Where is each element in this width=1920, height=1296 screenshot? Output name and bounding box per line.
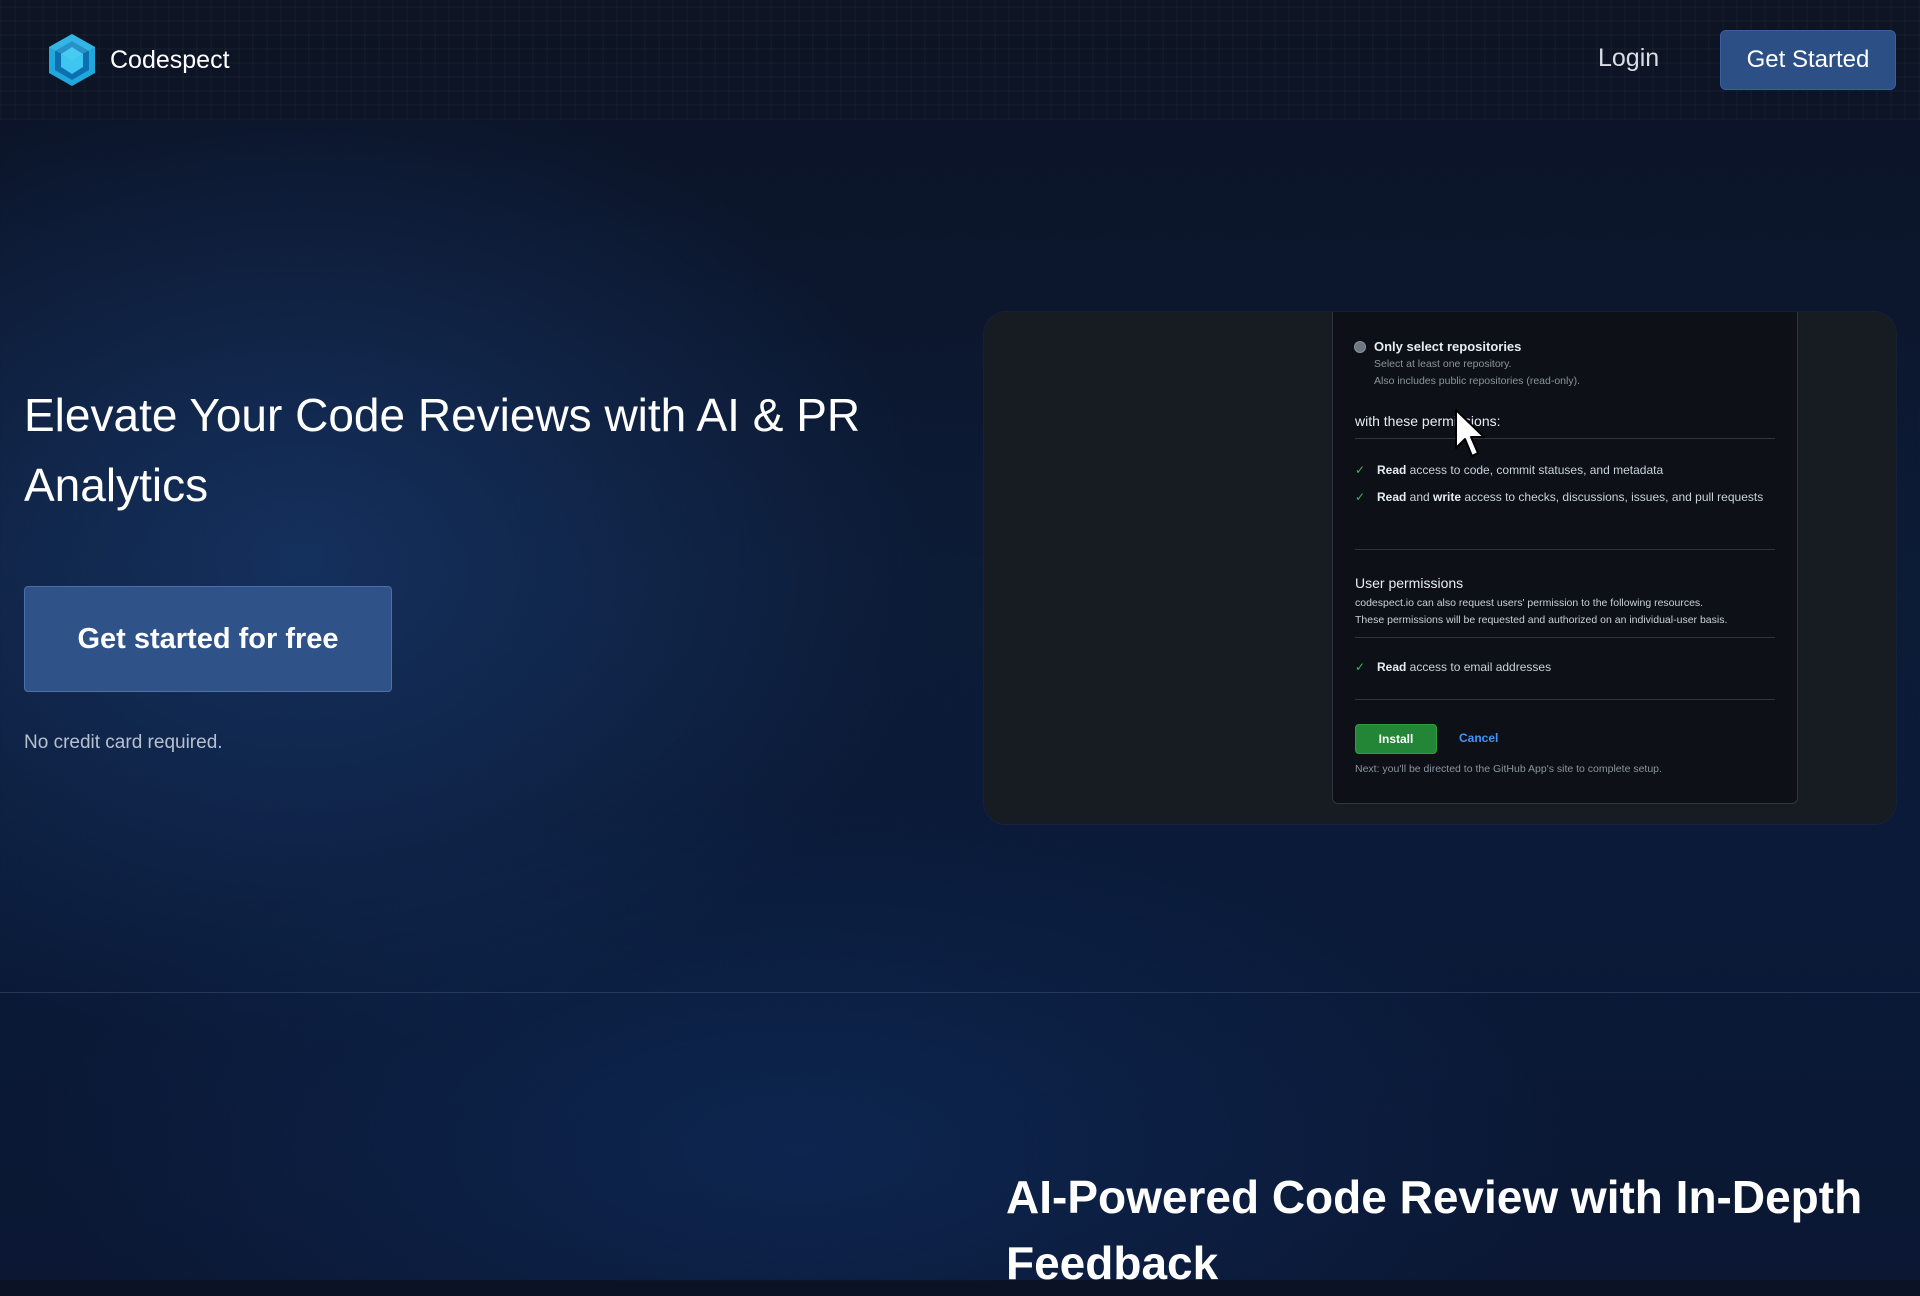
cancel-link[interactable]: Cancel xyxy=(1459,731,1498,745)
divider xyxy=(1355,637,1775,638)
user-permissions-desc: codespect.io can also request users' per… xyxy=(1355,597,1704,609)
user-permissions-title: User permissions xyxy=(1355,575,1464,591)
only-select-repos-option: Only select repositories xyxy=(1374,339,1522,354)
divider xyxy=(1355,699,1775,700)
section-divider xyxy=(0,992,1920,993)
option-subtext: Select at least one repository. xyxy=(1374,358,1512,370)
mouse-pointer-icon xyxy=(1455,409,1485,457)
next-step-note: Next: you'll be directed to the GitHub A… xyxy=(1355,763,1662,775)
brand-logo-link[interactable]: Codespect xyxy=(46,32,230,88)
get-started-button[interactable]: Get Started xyxy=(1720,30,1896,90)
check-icon: ✓ xyxy=(1355,463,1366,477)
github-permissions-panel: Only select repositories Select at least… xyxy=(1332,312,1798,804)
divider xyxy=(1355,549,1775,550)
hero-title: Elevate Your Code Reviews with AI & PR A… xyxy=(24,389,861,511)
permission-item: Read access to email addresses xyxy=(1377,660,1552,674)
check-icon: ✓ xyxy=(1355,490,1366,504)
permission-item: Read access to code, commit statuses, an… xyxy=(1377,463,1664,477)
github-install-preview: Only select repositories Select at least… xyxy=(984,312,1896,824)
hexagon-logo-icon xyxy=(49,34,95,86)
check-icon: ✓ xyxy=(1355,660,1366,674)
brand-name: Codespect xyxy=(110,45,230,74)
radio-icon xyxy=(1354,341,1366,353)
login-link[interactable]: Login xyxy=(1598,44,1659,73)
option-subtext: Also includes public repositories (read-… xyxy=(1374,375,1581,387)
get-started-free-button[interactable]: Get started for free xyxy=(24,586,392,692)
divider xyxy=(1355,438,1775,439)
user-permissions-desc: These permissions will be requested and … xyxy=(1355,614,1728,626)
no-credit-card-note: No credit card required. xyxy=(24,732,223,753)
permission-item: Read and write access to checks, discuss… xyxy=(1377,490,1764,504)
top-navbar: Codespect Login Get Started xyxy=(0,0,1920,120)
install-button[interactable]: Install xyxy=(1355,724,1437,754)
features-section-title: AI-Powered Code Review with In-Depth Fee… xyxy=(1006,1171,1863,1289)
